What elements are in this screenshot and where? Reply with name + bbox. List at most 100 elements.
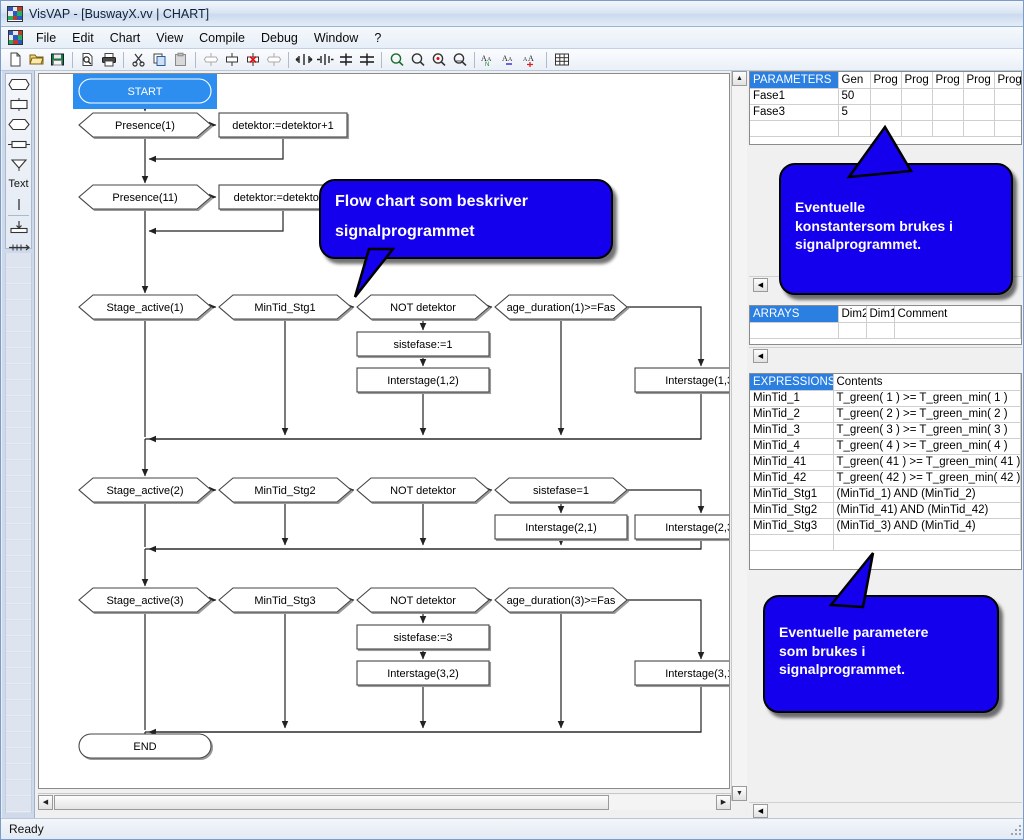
align-left-icon[interactable]	[293, 50, 314, 70]
col-comment[interactable]: Comment	[894, 306, 1021, 323]
param-prog3[interactable]	[932, 88, 964, 105]
param-gen[interactable]: 5	[838, 104, 871, 121]
insert-before-icon[interactable]	[200, 50, 221, 70]
col-dim2[interactable]: Dim2	[838, 306, 867, 323]
table-row[interactable]: MinTid_3 T_green( 3 ) >= T_green_min( 3 )	[750, 422, 1021, 439]
wide-box-tool[interactable]	[6, 134, 31, 154]
menu-edit[interactable]: Edit	[64, 29, 102, 47]
scroll-up-arrow[interactable]: ▲	[732, 71, 747, 86]
copy-icon[interactable]	[149, 50, 170, 70]
branch-tool[interactable]	[6, 154, 31, 174]
print-icon[interactable]	[98, 50, 119, 70]
open-folder-icon[interactable]	[26, 50, 47, 70]
expression-contents[interactable]: (MinTid_1) AND (MinTid_2)	[833, 486, 1021, 503]
distribute-even-icon[interactable]	[356, 50, 377, 70]
menu-chart[interactable]: Chart	[102, 29, 149, 47]
menu-compile[interactable]: Compile	[191, 29, 253, 47]
param-prog3[interactable]	[932, 120, 964, 137]
distribute-vertical-icon[interactable]	[335, 50, 356, 70]
param-gen[interactable]: 50	[838, 88, 871, 105]
right-pane-vertical-scrollbar[interactable]: ▲ ▼	[731, 71, 747, 801]
new-document-icon[interactable]	[5, 50, 26, 70]
line-tool[interactable]	[6, 194, 31, 214]
font-decrease-icon[interactable]: AA	[500, 50, 521, 70]
paste-icon[interactable]	[170, 50, 191, 70]
save-disk-icon[interactable]	[47, 50, 68, 70]
arrays-hscrollbar[interactable]: ◀	[749, 347, 1022, 364]
param-prog4[interactable]	[963, 88, 995, 105]
array-dim2[interactable]	[838, 322, 867, 339]
zoom-in-icon[interactable]	[428, 50, 449, 70]
col-contents[interactable]: Contents	[833, 374, 1021, 391]
zoom-normal-icon[interactable]	[386, 50, 407, 70]
expression-name[interactable]: MinTid_4	[750, 438, 834, 455]
expression-name[interactable]: MinTid_2	[750, 406, 834, 423]
param-prog5[interactable]	[994, 88, 1021, 105]
action-box-tool[interactable]	[6, 94, 31, 114]
print-preview-icon[interactable]	[77, 50, 98, 70]
expression-contents[interactable]: T_green( 1 ) >= T_green_min( 1 )	[833, 390, 1021, 407]
scroll-left-arrow[interactable]: ◀	[753, 278, 768, 292]
param-name[interactable]: Fase3	[750, 104, 839, 121]
expression-name[interactable]: MinTid_42	[750, 470, 834, 487]
param-name[interactable]: Fase1	[750, 88, 839, 105]
expression-name[interactable]	[750, 534, 834, 551]
expression-name[interactable]: MinTid_Stg2	[750, 502, 834, 519]
scroll-left-arrow[interactable]: ◀	[753, 349, 768, 363]
col-prog1[interactable]: Prog 1	[870, 72, 902, 89]
param-prog1[interactable]	[870, 104, 902, 121]
scroll-left-arrow[interactable]: ◀	[753, 804, 768, 818]
expression-contents[interactable]: T_green( 4 ) >= T_green_min( 4 )	[833, 438, 1021, 455]
condition-shape-tool[interactable]	[6, 74, 31, 94]
array-dim1[interactable]	[866, 322, 895, 339]
param-prog1[interactable]	[870, 88, 902, 105]
table-row[interactable]	[750, 322, 1021, 339]
expressions-hscrollbar[interactable]: ◀	[749, 802, 1022, 819]
expression-contents[interactable]	[833, 534, 1021, 551]
delete-element-icon[interactable]	[242, 50, 263, 70]
menu-help[interactable]: ?	[366, 29, 389, 47]
wide-condition-tool[interactable]	[6, 114, 31, 134]
param-prog5[interactable]	[994, 120, 1021, 137]
insert-icon[interactable]	[221, 50, 242, 70]
menu-view[interactable]: View	[148, 29, 191, 47]
table-row[interactable]: MinTid_42 T_green( 42 ) >= T_green_min( 4…	[750, 470, 1021, 487]
table-row[interactable]: MinTid_1 T_green( 1 ) >= T_green_min( 1 )	[750, 390, 1021, 407]
text-tool[interactable]: Text	[6, 174, 31, 194]
expression-name[interactable]: MinTid_1	[750, 390, 834, 407]
expression-contents[interactable]: (MinTid_3) AND (MinTid_4)	[833, 518, 1021, 535]
param-prog2[interactable]	[901, 88, 933, 105]
zoom-out-icon[interactable]	[407, 50, 428, 70]
table-row[interactable]: MinTid_Stg3 (MinTid_3) AND (MinTid_4)	[750, 518, 1021, 535]
array-comment[interactable]	[894, 322, 1021, 339]
horizontal-scroll-thumb[interactable]	[54, 795, 609, 810]
param-prog4[interactable]	[963, 104, 995, 121]
table-row[interactable]: MinTid_Stg1 (MinTid_1) AND (MinTid_2)	[750, 486, 1021, 503]
table-row[interactable]: MinTid_41 T_green( 41 ) >= T_green_min( 4…	[750, 454, 1021, 471]
col-prog5[interactable]: Prog 5	[994, 72, 1021, 89]
font-normal-icon[interactable]: AAN	[479, 50, 500, 70]
expression-contents[interactable]: T_green( 3 ) >= T_green_min( 3 )	[833, 422, 1021, 439]
param-prog5[interactable]	[994, 104, 1021, 121]
col-prog4[interactable]: Prog 4	[963, 72, 995, 89]
menu-debug[interactable]: Debug	[253, 29, 306, 47]
font-increase-icon[interactable]: AA	[521, 50, 542, 70]
merge-tool[interactable]	[6, 217, 31, 237]
col-gen[interactable]: Gen	[838, 72, 871, 89]
menu-window[interactable]: Window	[306, 29, 366, 47]
menu-file[interactable]: File	[28, 29, 64, 47]
insert-after-icon[interactable]	[263, 50, 284, 70]
table-row[interactable]: MinTid_2 T_green( 2 ) >= T_green_min( 2 )	[750, 406, 1021, 423]
table-row[interactable]: Fase3 5	[750, 104, 1021, 121]
expression-name[interactable]: MinTid_41	[750, 454, 834, 471]
param-prog2[interactable]	[901, 104, 933, 121]
col-dim1[interactable]: Dim1	[866, 306, 895, 323]
param-prog4[interactable]	[963, 120, 995, 137]
grid-icon[interactable]	[551, 50, 572, 70]
cut-scissors-icon[interactable]	[128, 50, 149, 70]
mdi-child-icon[interactable]	[8, 30, 23, 45]
chart-horizontal-scrollbar[interactable]: ◀ ▶	[38, 793, 747, 810]
zoom-region-icon[interactable]	[449, 50, 470, 70]
arrays-table[interactable]: ARRAYS Dim2 Dim1 Comment	[750, 306, 1021, 339]
resize-grip-icon[interactable]	[1009, 823, 1023, 837]
